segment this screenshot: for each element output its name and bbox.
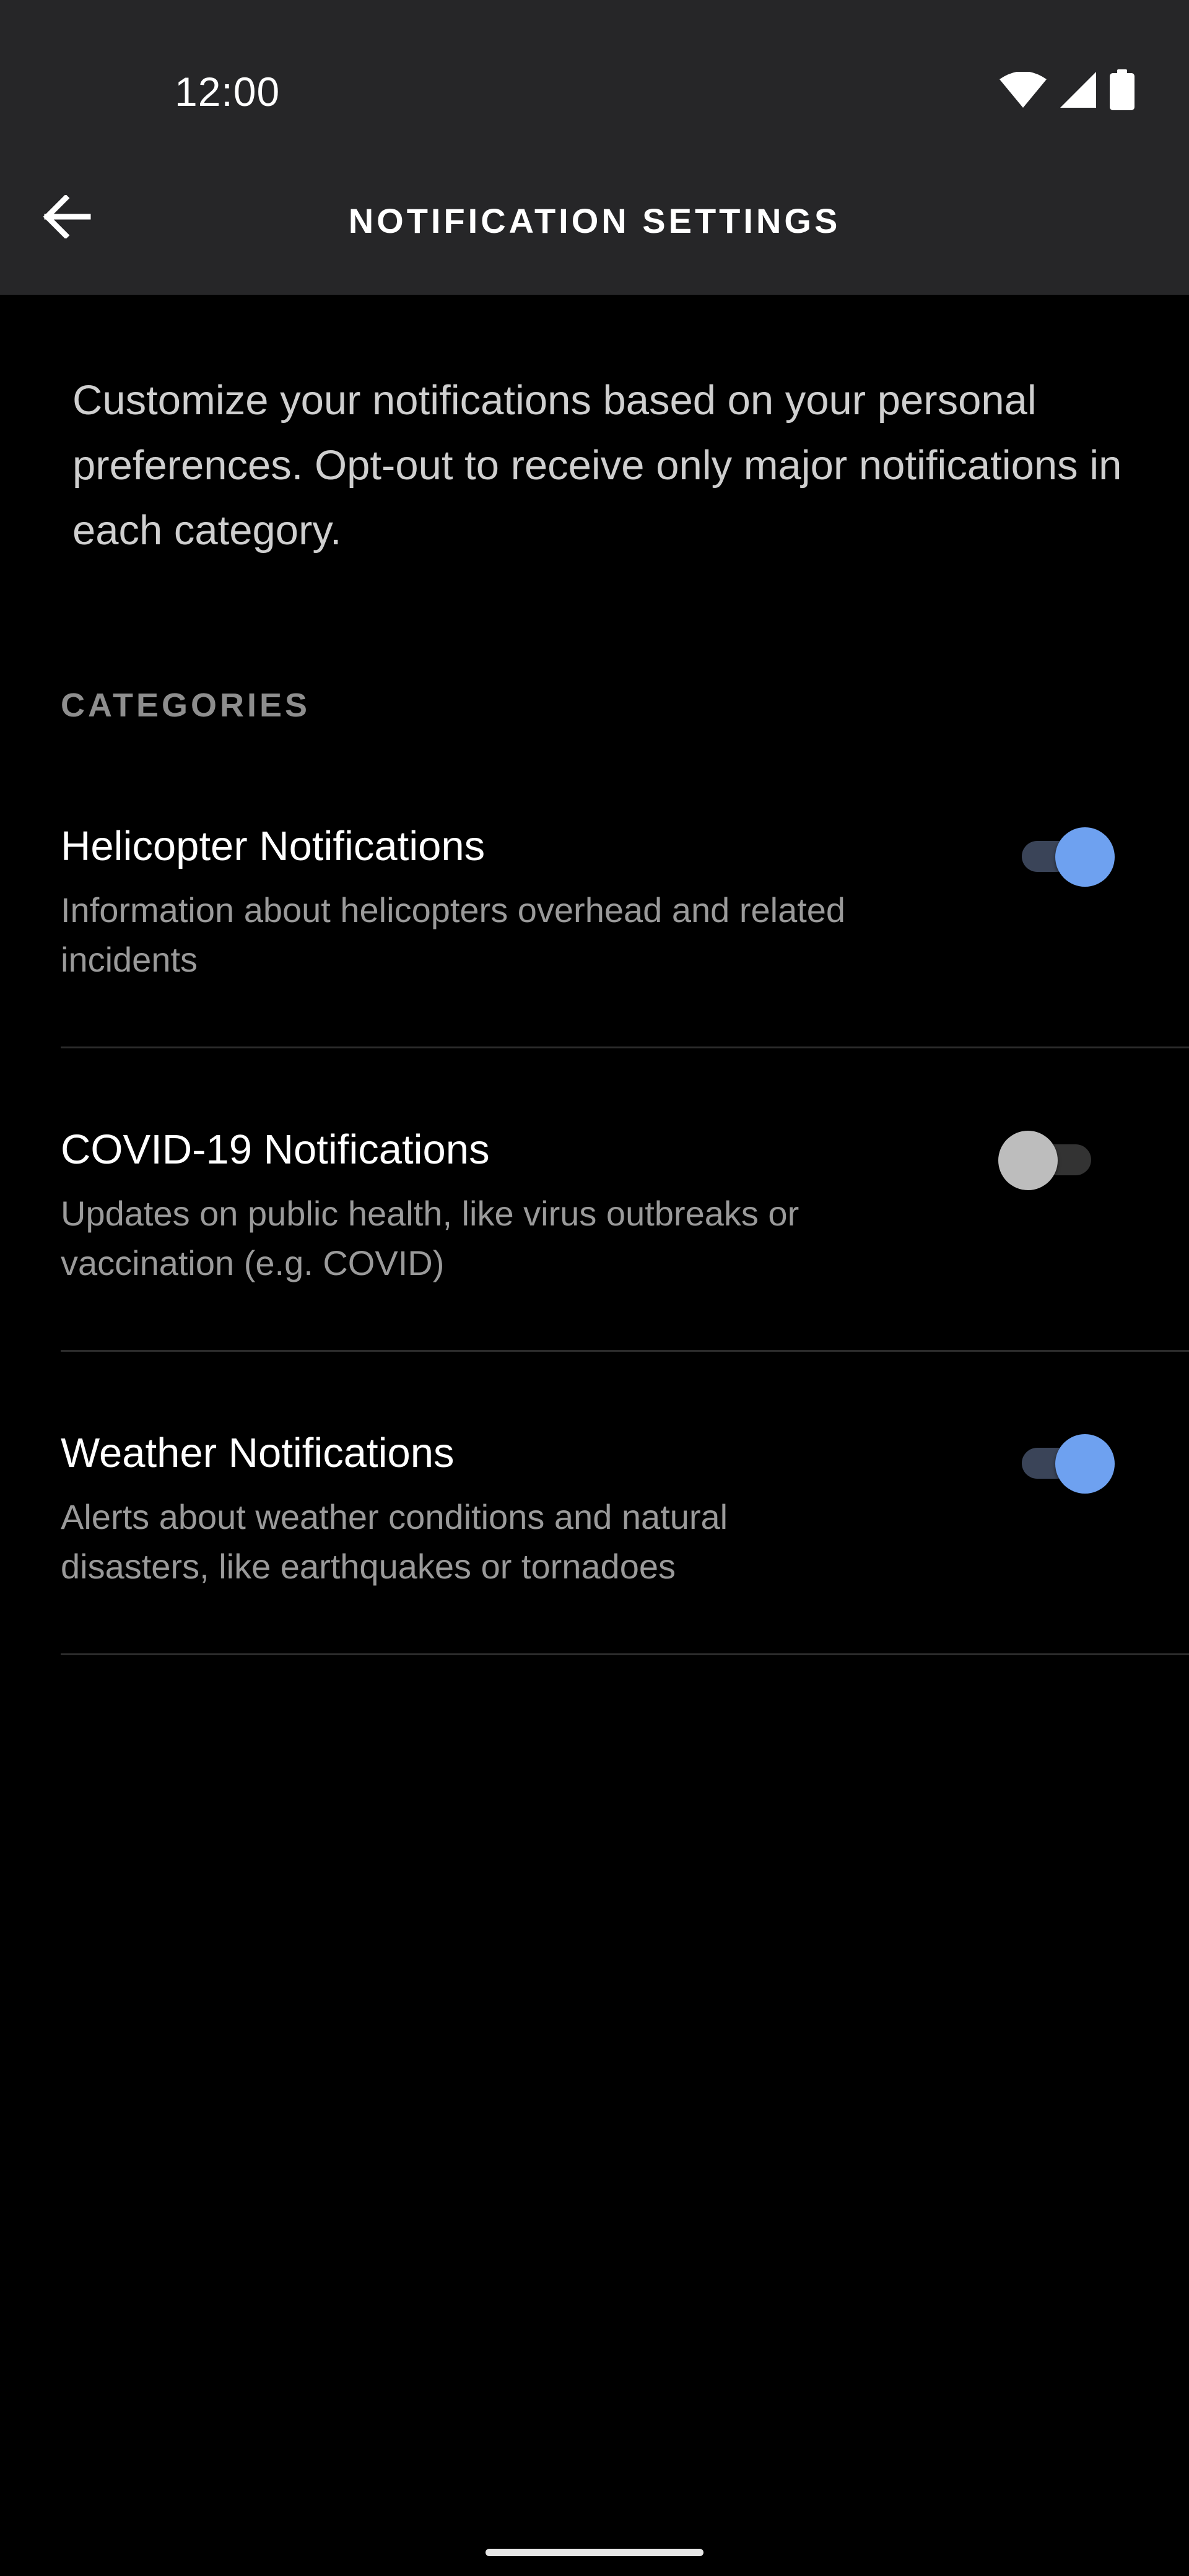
category-description: Information about helicopters overhead a… [61, 890, 846, 979]
covid-notifications-toggle[interactable] [998, 1126, 1097, 1194]
category-title: Weather Notifications [61, 1430, 455, 1476]
category-row-helicopter[interactable]: Helicopter Notifications Information abo… [61, 744, 1189, 1048]
category-description: Updates on public health, like virus out… [61, 1194, 799, 1282]
category-title: Helicopter Notifications [61, 823, 486, 869]
status-icons [1000, 69, 1135, 110]
intro-description: Customize your notifications based on yo… [72, 377, 1122, 554]
cellular-signal-icon [1060, 72, 1096, 108]
toggle-thumb [998, 1131, 1058, 1190]
category-row-covid[interactable]: COVID-19 Notifications Updates on public… [61, 1048, 1189, 1352]
weather-notifications-toggle[interactable] [1016, 1429, 1115, 1497]
section-header-categories: CATEGORIES [61, 687, 311, 724]
toggle-thumb [1055, 1434, 1115, 1494]
home-indicator[interactable] [486, 2549, 703, 2556]
toggle-thumb [1055, 827, 1115, 887]
battery-icon [1110, 69, 1135, 110]
category-title: COVID-19 Notifications [61, 1126, 490, 1173]
helicopter-notifications-toggle[interactable] [1016, 822, 1115, 890]
status-time: 12:00 [175, 69, 281, 115]
app-bar: 12:00 NOTIFICATION SETTINGS [0, 0, 1189, 295]
category-description: Alerts about weather conditions and natu… [61, 1497, 728, 1586]
page-title: NOTIFICATION SETTINGS [348, 201, 841, 240]
category-row-weather[interactable]: Weather Notifications Alerts about weath… [61, 1351, 1189, 1655]
wifi-icon [1000, 72, 1047, 108]
